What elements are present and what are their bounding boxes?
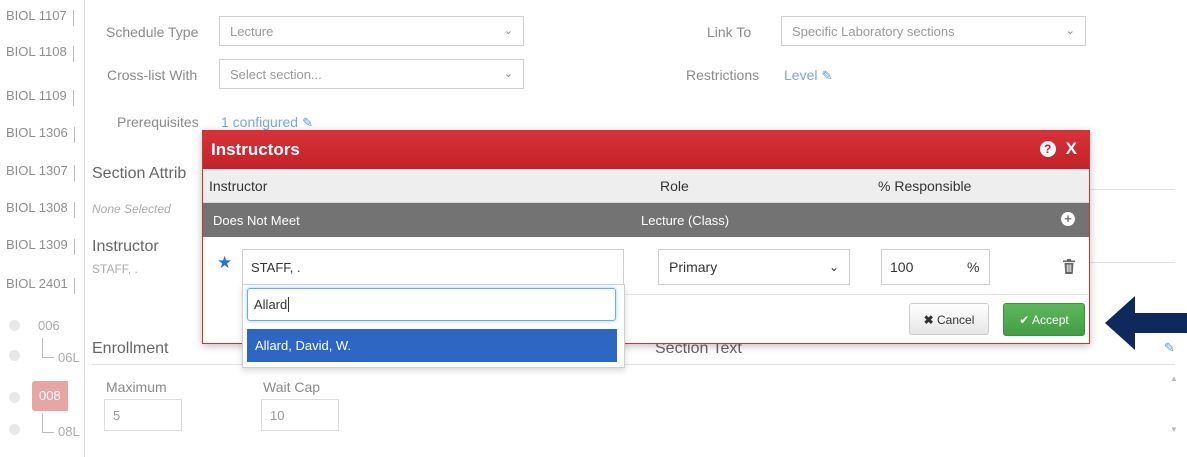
chevron-down-icon: ⌄ [1065,25,1075,37]
maximum-label: Maximum [106,379,167,395]
pencil-icon: ✎ [821,68,833,83]
course-item[interactable]: BIOL 2401 [6,276,75,294]
restrictions-label: Restrictions [686,67,760,83]
chevron-down-icon: ⌄ [503,25,513,37]
course-item[interactable]: BIOL 1309 [6,237,75,255]
prereq-label: Prerequisites [117,114,199,130]
trash-icon[interactable] [1063,259,1075,274]
instructor-value: STAFF, . [92,262,138,276]
chevron-down-icon: ⌄ [828,260,839,274]
col-role: Role [660,178,689,194]
restrictions-value: Level [784,67,818,83]
arrow-left-icon [1105,296,1187,350]
text-cursor [288,297,290,312]
crosslist-select[interactable]: Select section... ⌄ [219,59,524,89]
link-to-select[interactable]: Specific Laboratory sections ⌄ [781,16,1086,46]
cancel-label: Cancel [937,313,975,327]
course-item[interactable]: BIOL 1307 [6,163,75,181]
close-icon[interactable]: X [1066,139,1077,158]
dialog-titlebar: Instructors ? X [203,131,1089,169]
meeting-type: Lecture (Class) [641,213,730,228]
none-selected-text: None Selected [92,202,171,216]
section-dot [9,320,20,331]
course-item[interactable]: BIOL 1107 [6,8,74,26]
section-branch [42,338,54,358]
schedule-type-select[interactable]: Lecture ⌄ [219,16,524,46]
table-header: Instructor Role % Responsible [203,169,1089,203]
divider [1090,189,1175,190]
responsible-input[interactable]: 100 [881,249,962,285]
course-item[interactable]: BIOL 1108 [6,44,74,62]
accept-button[interactable]: ✔ Accept [1003,303,1085,336]
enrollment-heading: Enrollment [92,340,169,357]
course-item[interactable]: BIOL 1308 [6,200,75,218]
section-attributes-heading: Section Attrib [92,165,187,182]
restrictions-link[interactable]: Level ✎ [784,67,832,84]
section-06l[interactable]: 06L [58,350,80,365]
help-icon[interactable]: ? [1039,141,1056,157]
check-icon: ✔ [1019,313,1030,327]
course-item[interactable]: BIOL 1306 [6,125,75,143]
percent-addon: % [961,249,990,285]
section-dot [9,424,20,435]
add-instructor-icon[interactable]: + [1061,212,1075,226]
section-dot [9,350,20,361]
crosslist-label: Cross-list With [107,67,198,83]
prereq-value: 1 configured [221,114,299,130]
link-to-label: Link To [707,24,752,40]
course-item[interactable]: BIOL 1109 [6,88,74,106]
scroll-up-icon[interactable]: ▲ [1170,374,1178,383]
section-dot [9,392,20,403]
dropdown-option[interactable]: Allard, David, W. [247,329,617,362]
waitcap-input[interactable]: 10 [261,399,339,431]
dialog-title: Instructors [211,140,300,159]
schedule-type-value: Lecture [230,24,274,39]
waitcap-label: Wait Cap [263,379,321,395]
col-instructor: Instructor [209,178,268,194]
crosslist-placeholder: Select section... [230,67,322,82]
scroll-down-icon[interactable]: ▼ [1170,425,1178,434]
section-branch [42,413,54,433]
primary-star-icon[interactable]: ★ [217,253,232,273]
instructor-search-input[interactable]: Allard [247,288,616,321]
instructor-select[interactable]: STAFF, . [242,249,624,285]
maximum-input[interactable]: 5 [104,399,182,431]
accept-label: Accept [1032,313,1069,327]
cancel-button[interactable]: ✖ Cancel [909,303,989,335]
search-text: Allard [254,297,288,312]
section-08l[interactable]: 08L [58,424,80,439]
meeting-row: Does Not Meet Lecture (Class) + [203,203,1089,237]
chevron-down-icon: ⌄ [503,68,513,80]
section-008[interactable]: 008 [32,381,68,411]
link-to-value: Specific Laboratory sections [792,24,955,39]
left-divider [84,0,85,457]
divider [1090,262,1175,263]
role-value: Primary [669,259,718,275]
pencil-icon: ✎ [302,115,313,130]
role-select[interactable]: Primary ⌄ [658,249,850,285]
meeting-label: Does Not Meet [213,213,300,228]
schedule-type-label: Schedule Type [106,24,199,40]
prereq-link[interactable]: 1 configured ✎ [221,114,313,131]
instructor-selected: STAFF, . [251,260,301,275]
instructor-heading: Instructor [92,238,159,255]
section-006[interactable]: 006 [38,318,60,333]
col-responsible: % Responsible [878,178,972,194]
close-icon: ✖ [923,313,934,327]
